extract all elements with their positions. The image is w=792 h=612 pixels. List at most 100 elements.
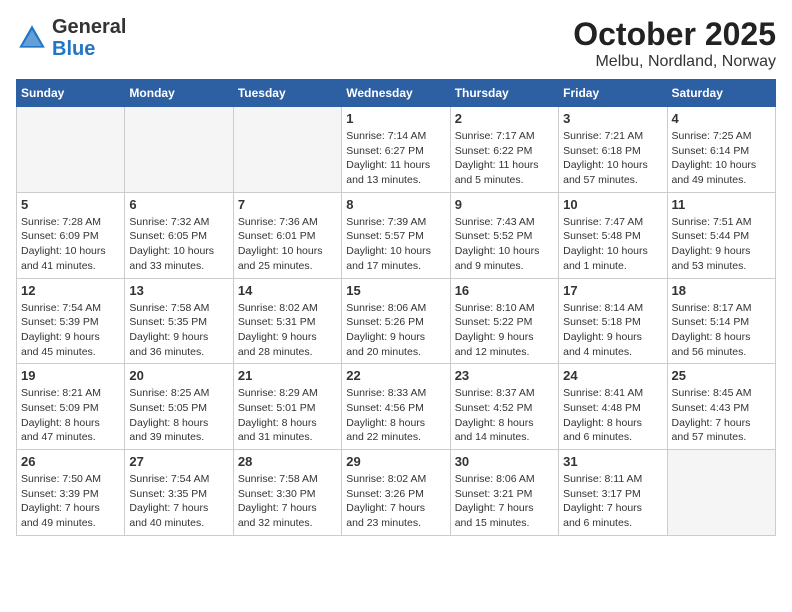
weekday-header-thursday: Thursday	[450, 80, 558, 107]
calendar-cell	[667, 450, 775, 536]
day-info: Sunrise: 7:54 AM Sunset: 5:39 PM Dayligh…	[21, 301, 120, 360]
day-number: 8	[346, 197, 445, 212]
day-number: 2	[455, 111, 554, 126]
calendar-cell: 18Sunrise: 8:17 AM Sunset: 5:14 PM Dayli…	[667, 278, 775, 364]
calendar-cell: 25 Sunrise: 8:45 AM Sunset: 4:43 PM Dayli…	[667, 364, 775, 450]
calendar-week-row: 19 Sunrise: 8:21 AM Sunset: 5:09 PM Dayli…	[17, 364, 776, 450]
day-number: 27	[129, 454, 228, 469]
day-info: Sunrise: 8:11 AM Sunset: 3:17 PM Dayligh…	[563, 472, 662, 531]
calendar-cell: 26 Sunrise: 7:50 AM Sunset: 3:39 PM Dayli…	[17, 450, 125, 536]
day-number: 17	[563, 283, 662, 298]
day-info: Sunrise: 7:14 AM Sunset: 6:27 PM Dayligh…	[346, 129, 445, 188]
calendar-week-row: 12 Sunrise: 7:54 AM Sunset: 5:39 PM Dayli…	[17, 278, 776, 364]
day-number: 13	[129, 283, 228, 298]
calendar-cell: 29Sunrise: 8:02 AM Sunset: 3:26 PM Dayli…	[342, 450, 450, 536]
calendar-cell: 7 Sunrise: 7:36 AM Sunset: 6:01 PM Daylig…	[233, 192, 341, 278]
weekday-header-row: SundayMondayTuesdayWednesdayThursdayFrid…	[17, 80, 776, 107]
calendar-cell: 8 Sunrise: 7:39 AM Sunset: 5:57 PM Daylig…	[342, 192, 450, 278]
calendar-cell: 28 Sunrise: 7:58 AM Sunset: 3:30 PM Dayli…	[233, 450, 341, 536]
weekday-header-monday: Monday	[125, 80, 233, 107]
day-info: Sunrise: 7:47 AM Sunset: 5:48 PM Dayligh…	[563, 215, 662, 274]
day-info: Sunrise: 8:21 AM Sunset: 5:09 PM Dayligh…	[21, 386, 120, 445]
day-info: Sunrise: 8:14 AM Sunset: 5:18 PM Dayligh…	[563, 301, 662, 360]
day-info: Sunrise: 8:06 AM Sunset: 5:26 PM Dayligh…	[346, 301, 445, 360]
day-info: Sunrise: 7:21 AM Sunset: 6:18 PM Dayligh…	[563, 129, 662, 188]
day-number: 3	[563, 111, 662, 126]
day-number: 6	[129, 197, 228, 212]
day-number: 24	[563, 368, 662, 383]
calendar-cell: 9 Sunrise: 7:43 AM Sunset: 5:52 PM Daylig…	[450, 192, 558, 278]
logo-text: General Blue	[52, 16, 126, 60]
calendar-cell: 4Sunrise: 7:25 AM Sunset: 6:14 PM Daylig…	[667, 107, 775, 193]
day-number: 21	[238, 368, 337, 383]
calendar-cell	[233, 107, 341, 193]
calendar-week-row: 5 Sunrise: 7:28 AM Sunset: 6:09 PM Daylig…	[17, 192, 776, 278]
day-number: 18	[672, 283, 771, 298]
day-info: Sunrise: 7:32 AM Sunset: 6:05 PM Dayligh…	[129, 215, 228, 274]
day-info: Sunrise: 8:37 AM Sunset: 4:52 PM Dayligh…	[455, 386, 554, 445]
calendar-cell: 27 Sunrise: 7:54 AM Sunset: 3:35 PM Dayli…	[125, 450, 233, 536]
day-info: Sunrise: 7:58 AM Sunset: 5:35 PM Dayligh…	[129, 301, 228, 360]
day-number: 25	[672, 368, 771, 383]
day-info: Sunrise: 8:29 AM Sunset: 5:01 PM Dayligh…	[238, 386, 337, 445]
day-info: Sunrise: 7:50 AM Sunset: 3:39 PM Dayligh…	[21, 472, 120, 531]
day-info: Sunrise: 8:06 AM Sunset: 3:21 PM Dayligh…	[455, 472, 554, 531]
day-number: 23	[455, 368, 554, 383]
day-info: Sunrise: 7:17 AM Sunset: 6:22 PM Dayligh…	[455, 129, 554, 188]
day-number: 4	[672, 111, 771, 126]
calendar-cell: 16 Sunrise: 8:10 AM Sunset: 5:22 PM Dayli…	[450, 278, 558, 364]
calendar-cell: 17 Sunrise: 8:14 AM Sunset: 5:18 PM Dayli…	[559, 278, 667, 364]
day-number: 16	[455, 283, 554, 298]
day-info: Sunrise: 7:43 AM Sunset: 5:52 PM Dayligh…	[455, 215, 554, 274]
day-info: Sunrise: 7:39 AM Sunset: 5:57 PM Dayligh…	[346, 215, 445, 274]
location-title: Melbu, Nordland, Norway	[573, 53, 776, 71]
day-info: Sunrise: 7:51 AM Sunset: 5:44 PM Dayligh…	[672, 215, 771, 274]
day-number: 9	[455, 197, 554, 212]
month-title: October 2025	[573, 16, 776, 53]
calendar-cell: 5 Sunrise: 7:28 AM Sunset: 6:09 PM Daylig…	[17, 192, 125, 278]
calendar-cell: 22Sunrise: 8:33 AM Sunset: 4:56 PM Dayli…	[342, 364, 450, 450]
day-number: 7	[238, 197, 337, 212]
day-info: Sunrise: 7:36 AM Sunset: 6:01 PM Dayligh…	[238, 215, 337, 274]
logo: General Blue	[16, 16, 126, 60]
weekday-header-tuesday: Tuesday	[233, 80, 341, 107]
logo-icon	[16, 22, 48, 54]
title-area: October 2025 Melbu, Nordland, Norway	[573, 16, 776, 71]
calendar-cell	[125, 107, 233, 193]
calendar-cell: 24 Sunrise: 8:41 AM Sunset: 4:48 PM Dayli…	[559, 364, 667, 450]
day-number: 29	[346, 454, 445, 469]
day-number: 11	[672, 197, 771, 212]
day-number: 1	[346, 111, 445, 126]
calendar-week-row: 1 Sunrise: 7:14 AM Sunset: 6:27 PM Daylig…	[17, 107, 776, 193]
day-info: Sunrise: 7:58 AM Sunset: 3:30 PM Dayligh…	[238, 472, 337, 531]
weekday-header-friday: Friday	[559, 80, 667, 107]
calendar-cell: 1 Sunrise: 7:14 AM Sunset: 6:27 PM Daylig…	[342, 107, 450, 193]
day-info: Sunrise: 8:25 AM Sunset: 5:05 PM Dayligh…	[129, 386, 228, 445]
day-number: 26	[21, 454, 120, 469]
calendar-cell	[17, 107, 125, 193]
calendar-cell: 19 Sunrise: 8:21 AM Sunset: 5:09 PM Dayli…	[17, 364, 125, 450]
day-number: 22	[346, 368, 445, 383]
calendar-cell: 31Sunrise: 8:11 AM Sunset: 3:17 PM Dayli…	[559, 450, 667, 536]
weekday-header-saturday: Saturday	[667, 80, 775, 107]
calendar-cell: 21 Sunrise: 8:29 AM Sunset: 5:01 PM Dayli…	[233, 364, 341, 450]
calendar-cell: 14Sunrise: 8:02 AM Sunset: 5:31 PM Dayli…	[233, 278, 341, 364]
calendar-cell: 2 Sunrise: 7:17 AM Sunset: 6:22 PM Daylig…	[450, 107, 558, 193]
day-info: Sunrise: 8:41 AM Sunset: 4:48 PM Dayligh…	[563, 386, 662, 445]
calendar-cell: 30Sunrise: 8:06 AM Sunset: 3:21 PM Dayli…	[450, 450, 558, 536]
day-number: 12	[21, 283, 120, 298]
day-info: Sunrise: 7:54 AM Sunset: 3:35 PM Dayligh…	[129, 472, 228, 531]
day-number: 5	[21, 197, 120, 212]
day-info: Sunrise: 7:28 AM Sunset: 6:09 PM Dayligh…	[21, 215, 120, 274]
calendar-cell: 13 Sunrise: 7:58 AM Sunset: 5:35 PM Dayli…	[125, 278, 233, 364]
day-info: Sunrise: 8:45 AM Sunset: 4:43 PM Dayligh…	[672, 386, 771, 445]
day-number: 10	[563, 197, 662, 212]
day-number: 19	[21, 368, 120, 383]
calendar-cell: 3 Sunrise: 7:21 AM Sunset: 6:18 PM Daylig…	[559, 107, 667, 193]
day-number: 28	[238, 454, 337, 469]
calendar-cell: 15Sunrise: 8:06 AM Sunset: 5:26 PM Dayli…	[342, 278, 450, 364]
calendar-cell: 6 Sunrise: 7:32 AM Sunset: 6:05 PM Daylig…	[125, 192, 233, 278]
day-info: Sunrise: 8:10 AM Sunset: 5:22 PM Dayligh…	[455, 301, 554, 360]
day-number: 14	[238, 283, 337, 298]
calendar-table: SundayMondayTuesdayWednesdayThursdayFrid…	[16, 79, 776, 536]
